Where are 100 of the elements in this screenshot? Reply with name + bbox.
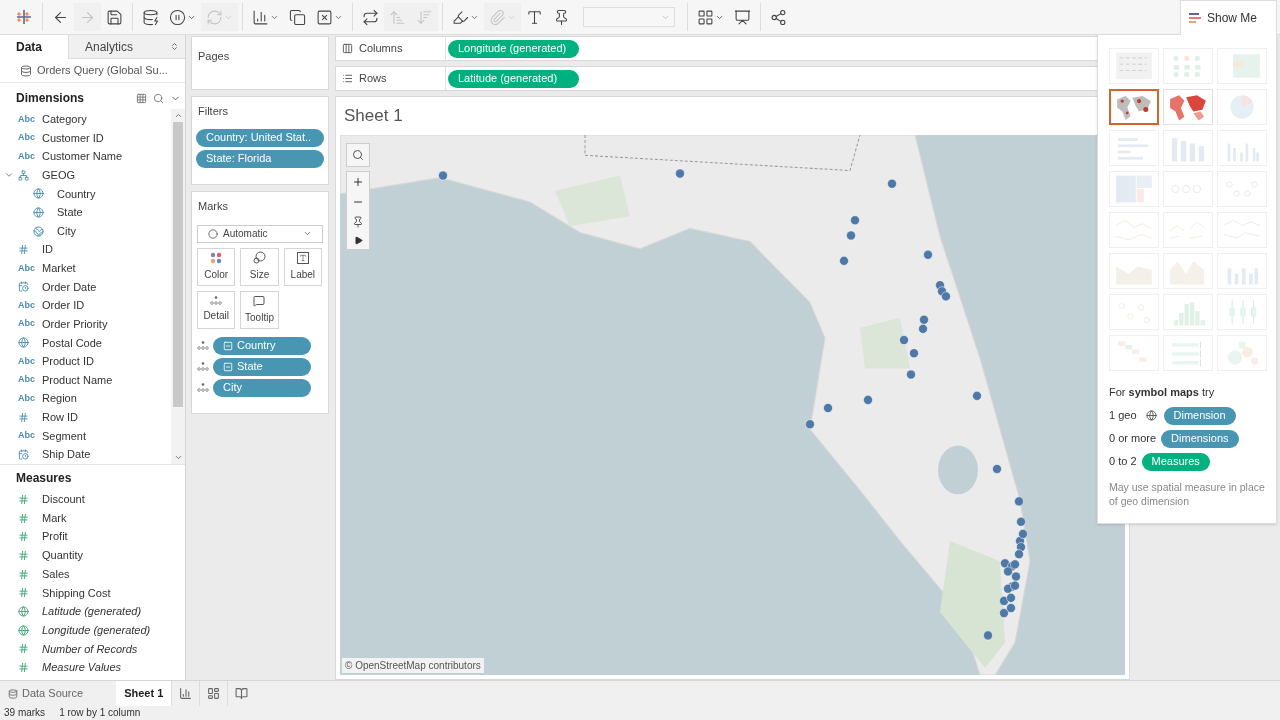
field-name[interactable]: Longitude (generated) bbox=[42, 621, 154, 639]
data-point[interactable] bbox=[972, 391, 982, 401]
field-name[interactable]: Segment bbox=[42, 427, 90, 445]
scroll-down-icon[interactable] bbox=[173, 453, 183, 462]
mark-type-dropdown[interactable]: Automatic bbox=[197, 224, 323, 243]
sheet-tab[interactable]: Data Source bbox=[0, 681, 92, 706]
symbol-map-thumbnail[interactable] bbox=[1109, 89, 1159, 125]
field-name[interactable]: Country bbox=[57, 185, 99, 203]
calendar-icon bbox=[18, 281, 29, 293]
data-point[interactable] bbox=[1016, 516, 1026, 527]
sort-ascending-icon bbox=[389, 8, 406, 26]
data-point[interactable] bbox=[919, 314, 929, 325]
data-point[interactable] bbox=[999, 596, 1009, 606]
data-point[interactable] bbox=[887, 178, 897, 189]
collapse-icon[interactable] bbox=[223, 361, 233, 372]
field-name[interactable]: Category bbox=[42, 111, 90, 128]
data-point[interactable] bbox=[438, 170, 448, 181]
data-point[interactable] bbox=[1006, 593, 1016, 603]
data-point[interactable] bbox=[839, 256, 849, 266]
new-worksheet-icon bbox=[179, 687, 193, 700]
scroll-thumb[interactable] bbox=[173, 122, 183, 407]
field-name[interactable]: Customer ID bbox=[42, 129, 107, 147]
data-point[interactable] bbox=[909, 348, 919, 359]
data-point[interactable] bbox=[1014, 549, 1024, 560]
field-name[interactable]: Latitude (generated) bbox=[42, 603, 145, 620]
rows-icon bbox=[342, 73, 353, 84]
field-name[interactable]: Number of Records bbox=[42, 640, 141, 658]
data-point[interactable] bbox=[1003, 583, 1013, 594]
data-point[interactable] bbox=[863, 395, 873, 405]
field-name[interactable]: Market bbox=[42, 260, 79, 277]
zoom-in-icon[interactable] bbox=[352, 176, 364, 188]
pane-tab[interactable]: Analytics bbox=[68, 35, 185, 59]
data-point[interactable] bbox=[941, 291, 951, 302]
scrollbar[interactable] bbox=[171, 109, 185, 464]
data-point[interactable] bbox=[846, 230, 856, 241]
field-name[interactable]: Quantity bbox=[42, 547, 86, 564]
string-type-icon: Abc bbox=[18, 261, 36, 276]
sheet-tab[interactable]: Sheet 1 bbox=[116, 681, 172, 706]
field-name[interactable]: Product Name bbox=[42, 371, 116, 389]
data-point[interactable] bbox=[1000, 558, 1010, 569]
collapse-icon[interactable] bbox=[223, 340, 233, 351]
data-point[interactable] bbox=[918, 324, 928, 334]
view-options-icon[interactable] bbox=[136, 92, 147, 104]
field-name[interactable]: Profit bbox=[42, 528, 71, 545]
cards-icon bbox=[697, 8, 714, 26]
field-name[interactable]: City bbox=[57, 222, 79, 240]
refresh-icon bbox=[206, 8, 223, 26]
status-text: 1 row by 1 column bbox=[59, 707, 141, 719]
field-name[interactable]: Postal Code bbox=[42, 334, 105, 352]
data-point[interactable] bbox=[983, 630, 993, 641]
mark-property-button[interactable]: Tooltip bbox=[240, 290, 279, 329]
logo-icon bbox=[16, 9, 32, 25]
database-icon bbox=[142, 8, 159, 26]
status-text: 39 marks bbox=[4, 707, 46, 719]
data-point[interactable] bbox=[823, 403, 833, 413]
show-me-tab[interactable]: Show Me bbox=[1180, 0, 1277, 35]
pin-icon[interactable] bbox=[352, 216, 364, 228]
expand-toolbar-icon[interactable] bbox=[353, 236, 363, 245]
data-point[interactable] bbox=[1010, 580, 1020, 591]
field-name[interactable]: Order Priority bbox=[42, 315, 111, 333]
field-name[interactable]: Ship Date bbox=[42, 446, 94, 463]
data-point[interactable] bbox=[1006, 603, 1016, 613]
field-name[interactable]: Product ID bbox=[42, 353, 97, 370]
mark-property-button[interactable]: Label bbox=[283, 247, 322, 286]
field-name[interactable]: Discount bbox=[42, 491, 88, 508]
data-point[interactable] bbox=[850, 215, 860, 226]
data-point[interactable] bbox=[675, 168, 685, 179]
field-name[interactable]: ID bbox=[42, 241, 56, 258]
field-name[interactable]: Customer Name bbox=[42, 148, 126, 165]
data-point[interactable] bbox=[923, 249, 933, 260]
data-point[interactable] bbox=[999, 608, 1009, 618]
field-name[interactable]: State bbox=[57, 204, 86, 221]
data-point[interactable] bbox=[805, 419, 815, 430]
data-point[interactable] bbox=[992, 464, 1002, 474]
data-point[interactable] bbox=[1011, 571, 1021, 582]
field-name[interactable]: Region bbox=[42, 390, 80, 407]
data-point[interactable] bbox=[899, 335, 909, 345]
field-name[interactable]: Order Date bbox=[42, 278, 100, 296]
map-search-button[interactable] bbox=[346, 143, 370, 167]
field-name[interactable]: Shipping Cost bbox=[42, 584, 114, 602]
search-icon[interactable] bbox=[153, 92, 164, 104]
data-point[interactable] bbox=[1016, 542, 1026, 552]
mark-property-button[interactable]: Color bbox=[197, 247, 236, 286]
filled-map-thumbnail[interactable] bbox=[1163, 89, 1213, 125]
field-name[interactable]: Order ID bbox=[42, 297, 88, 314]
field-name[interactable]: GEOG bbox=[42, 166, 78, 184]
map-attribution[interactable]: © OpenStreetMap contributors bbox=[342, 658, 484, 673]
field-name[interactable]: Sales bbox=[42, 565, 73, 583]
field-name[interactable]: Measure Values bbox=[42, 659, 125, 676]
mark-property-button[interactable]: Size bbox=[240, 247, 279, 286]
data-point[interactable] bbox=[1014, 496, 1024, 507]
field-name[interactable]: Row ID bbox=[42, 409, 82, 426]
scroll-up-icon[interactable] bbox=[173, 111, 183, 120]
field-name[interactable]: Mark bbox=[42, 509, 70, 527]
data-source-name[interactable]: Orders Query (Global Su... bbox=[37, 62, 168, 79]
data-point[interactable] bbox=[906, 369, 916, 380]
data-point[interactable] bbox=[1010, 559, 1020, 570]
data-point[interactable] bbox=[1018, 529, 1028, 539]
data-point[interactable] bbox=[1003, 566, 1013, 577]
mark-property-button[interactable]: Detail bbox=[197, 290, 236, 329]
